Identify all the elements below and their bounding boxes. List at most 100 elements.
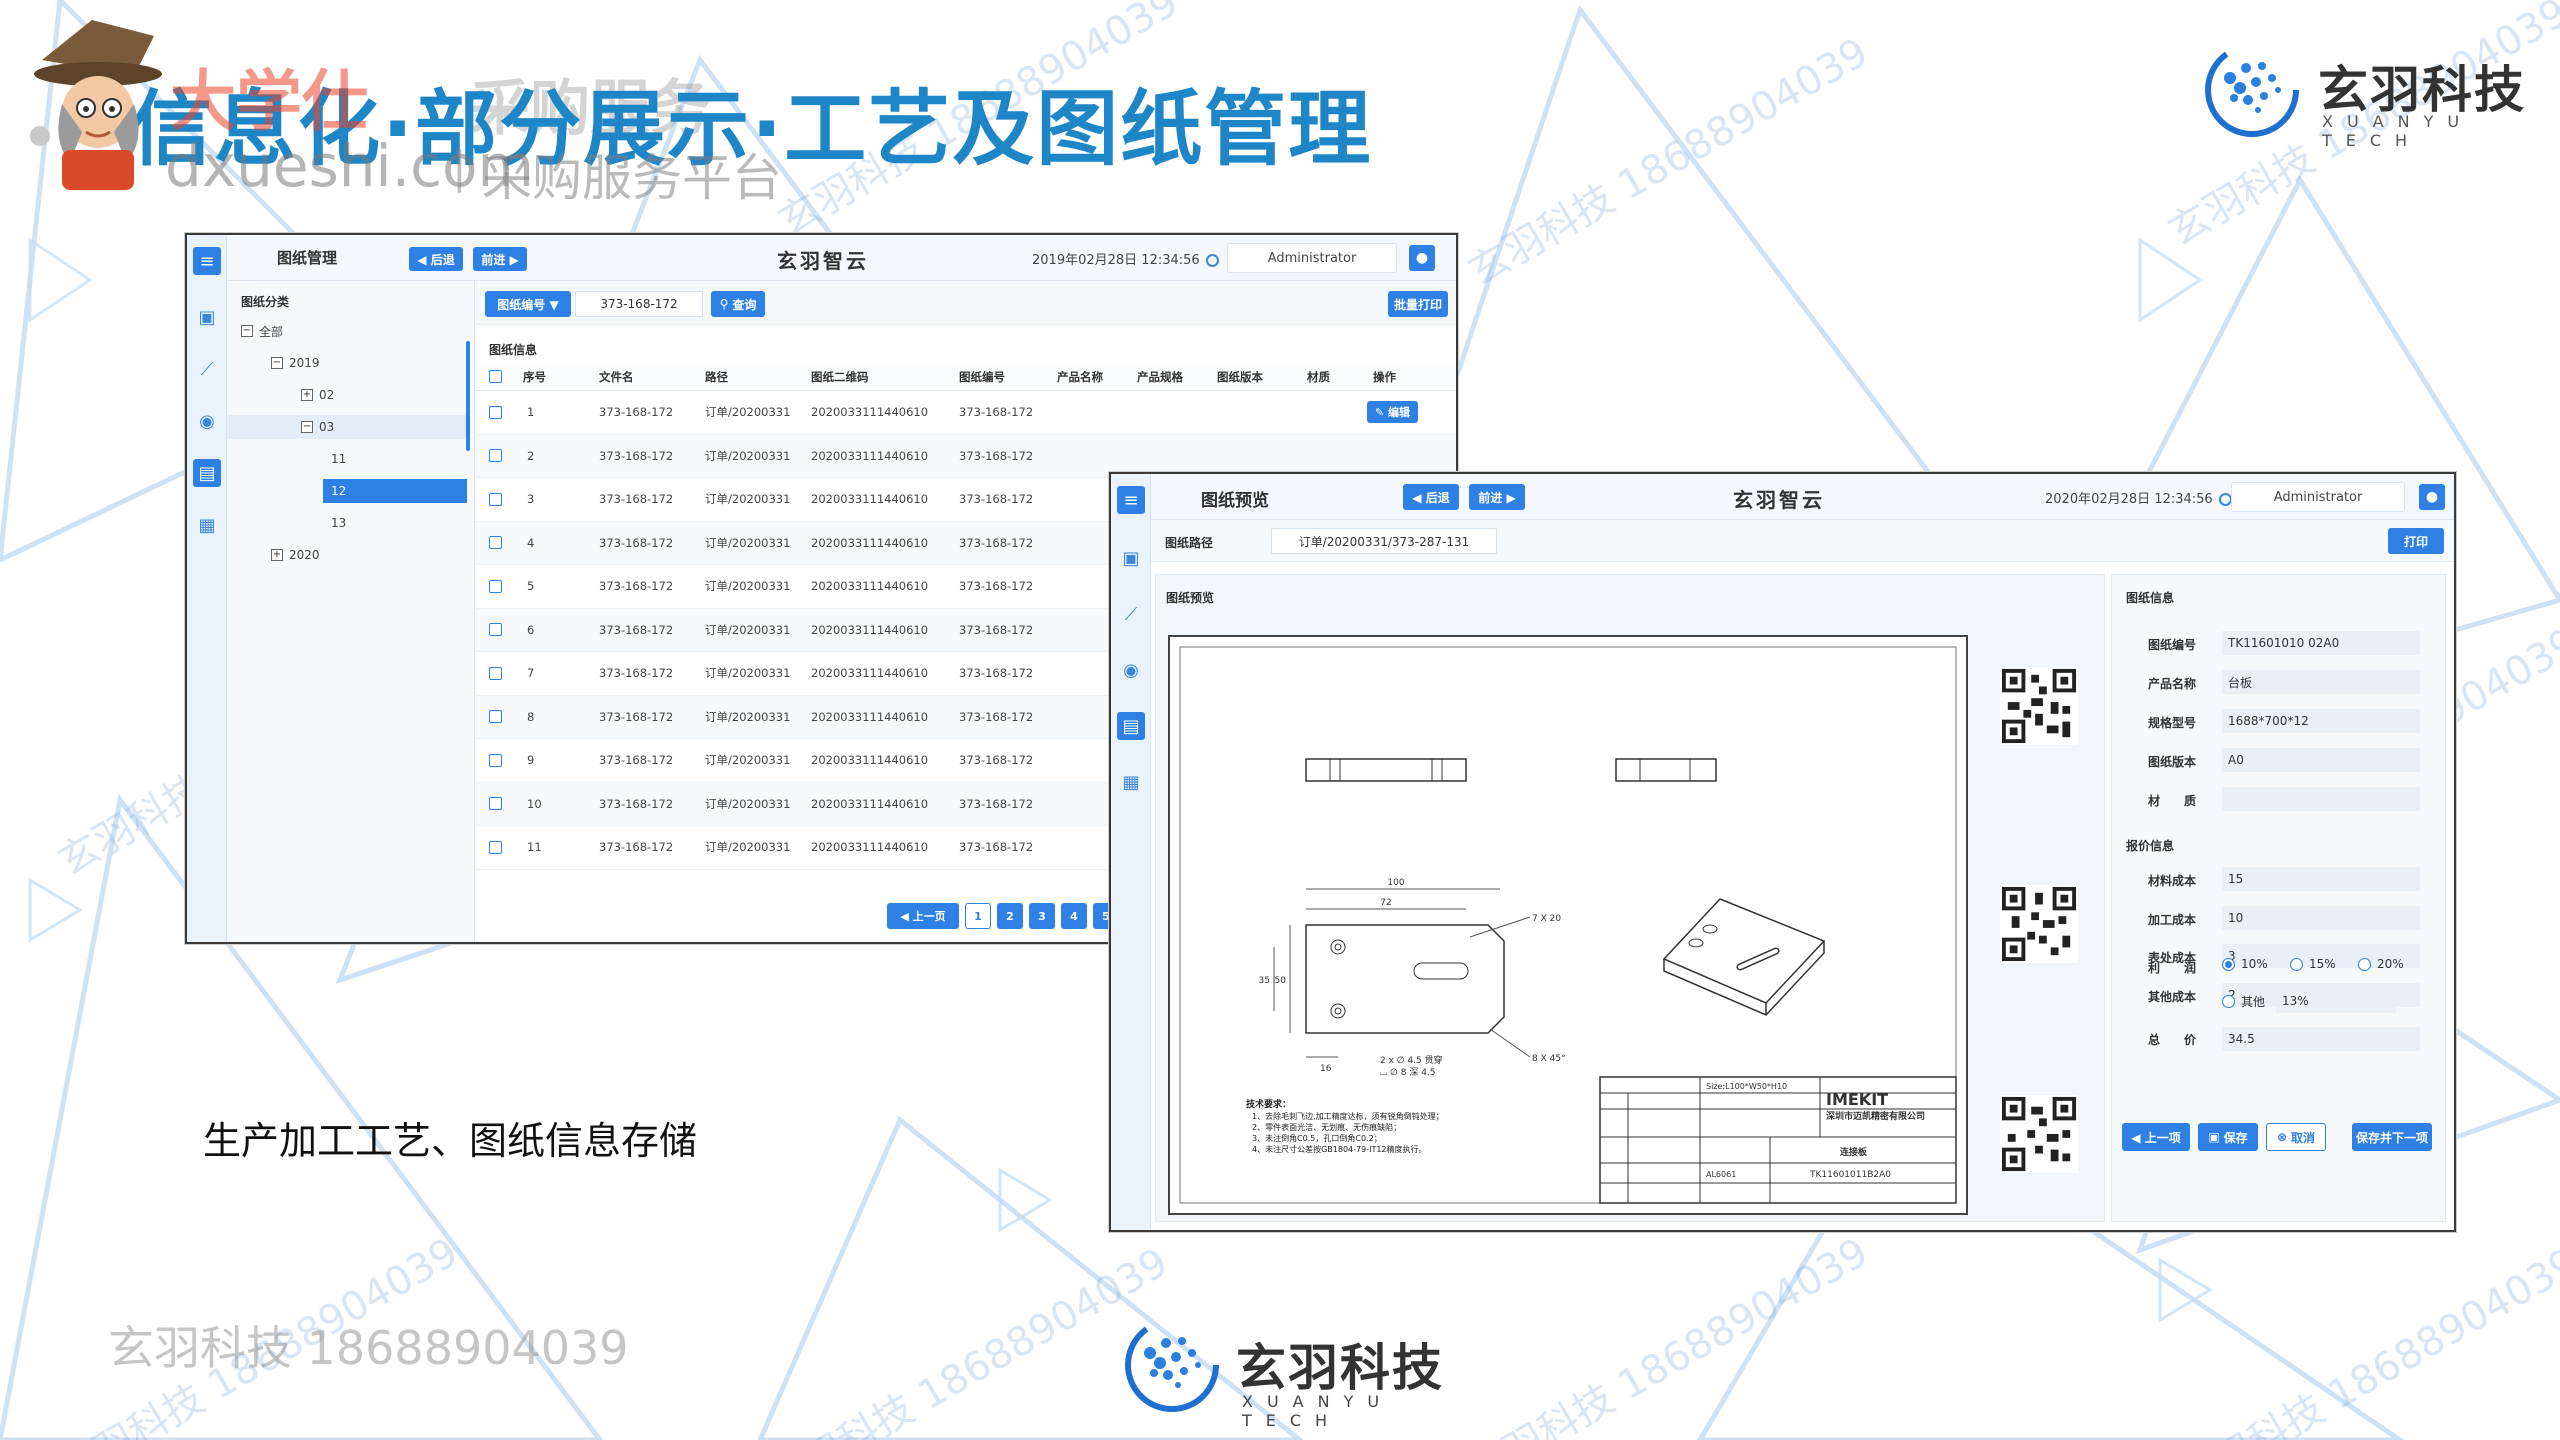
table-header: 序号 文件名 路径 图纸二维码 图纸编号 产品名称 产品规格 图纸版本 材质 操… <box>475 363 1456 391</box>
page-button[interactable]: 4 <box>1061 903 1087 929</box>
tree-node-02[interactable]: +02 <box>301 383 334 407</box>
batch-print-button[interactable]: 批量打印 <box>1388 291 1448 317</box>
cell-no: 9 <box>527 753 535 768</box>
row-checkbox[interactable] <box>489 492 502 506</box>
top-bar: 图纸预览 ◀ 后退 前进 ▶ 玄羽智云 2020年02月28日 12:34:56… <box>1151 474 2454 520</box>
qr-code-icon[interactable] <box>2000 667 2078 745</box>
cost-value[interactable]: 10 <box>2222 905 2420 930</box>
row-checkbox[interactable] <box>489 536 502 550</box>
qr-code-icon[interactable] <box>2000 1095 2078 1173</box>
tree-node-2020[interactable]: +2020 <box>271 543 320 567</box>
cell-path: 订单/20200331 <box>705 666 791 681</box>
datetime: 2019年02月28日 12:34:56 <box>1032 249 1219 268</box>
row-checkbox[interactable] <box>489 797 502 811</box>
logo-subtext: XUANYU TECH <box>2322 112 2474 150</box>
menu-icon[interactable]: ≡ <box>1117 486 1145 514</box>
datetime: 2020年02月28日 12:34:56 <box>2045 488 2232 507</box>
cost-value[interactable]: 15 <box>2222 867 2420 891</box>
search-field-select[interactable]: 图纸编号 ▼ <box>485 291 571 317</box>
page-button[interactable]: 2 <box>997 903 1023 929</box>
print-button[interactable]: 打印 <box>2388 528 2444 554</box>
select-all-checkbox[interactable] <box>489 370 502 383</box>
profit-radio[interactable]: 20% <box>2358 957 2404 971</box>
row-checkbox[interactable] <box>489 579 502 593</box>
logo-globe-icon <box>2205 43 2299 137</box>
tree-node-all[interactable]: − 全部 <box>241 319 283 343</box>
page-button[interactable]: 1 <box>965 903 991 929</box>
cell-qr: 2020033111440610 <box>811 448 929 463</box>
page-button[interactable]: 3 <box>1029 903 1055 929</box>
report-icon[interactable]: ▦ <box>1117 768 1145 796</box>
row-checkbox[interactable] <box>489 449 502 463</box>
cost-label: 加工成本 <box>2148 912 2197 927</box>
back-button[interactable]: ◀ 后退 <box>409 247 463 271</box>
field-value[interactable]: TK11601010 02A0 <box>2222 631 2420 655</box>
field-value[interactable]: 1688*700*12 <box>2222 709 2420 733</box>
row-checkbox[interactable] <box>489 405 502 419</box>
profit-other-radio[interactable]: 其他 <box>2222 993 2265 1010</box>
cell-file: 373-168-172 <box>599 666 674 681</box>
info-title: 图纸信息 <box>2126 591 2175 605</box>
engineering-drawing[interactable]: 100 72 7 X 20 8 X 45° 50 35 16 2 x ∅ 4.5… <box>1168 635 1968 1215</box>
user-icon[interactable]: ● <box>1409 245 1435 271</box>
tree-node-12[interactable]: 12 <box>323 479 467 503</box>
path-input[interactable]: 订单/20200331/373-287-131 <box>1271 528 1497 554</box>
category-tree: 图纸分类 − 全部 −2019 +02 −03 11 12 13 +2020 <box>227 281 475 942</box>
tree-node-03[interactable]: −03 <box>227 415 467 439</box>
cell-file: 373-168-172 <box>599 448 674 463</box>
chart-icon[interactable]: ⟋ <box>193 355 221 383</box>
dim-label: 50 <box>1275 976 1287 986</box>
save-next-button[interactable]: 保存并下一项 <box>2352 1123 2432 1151</box>
tree-node-11[interactable]: 11 <box>331 447 346 471</box>
row-checkbox[interactable] <box>489 623 502 637</box>
query-button[interactable]: ⚲ 查询 <box>711 291 765 317</box>
dim-label: 100 <box>1387 878 1404 888</box>
table-row[interactable]: 1 373-168-172 订单/20200331 2020033111440610 3… <box>475 391 1456 435</box>
cancel-button[interactable]: ⊗ 取消 <box>2266 1123 2326 1151</box>
drawing-icon[interactable]: ▤ <box>1117 712 1145 740</box>
user-field[interactable]: Administrator <box>2231 482 2405 512</box>
tb-material: AL6061 <box>1706 1170 1736 1179</box>
forward-button[interactable]: 前进 ▶ <box>473 247 527 271</box>
forward-button[interactable]: 前进 ▶ <box>1469 484 1525 510</box>
tree-node-13[interactable]: 13 <box>331 511 346 535</box>
row-checkbox[interactable] <box>489 840 502 854</box>
profit-radio[interactable]: 10% <box>2222 957 2268 971</box>
row-checkbox[interactable] <box>489 710 502 724</box>
expand-icon: + <box>301 389 313 401</box>
back-button[interactable]: ◀ 后退 <box>1403 484 1459 510</box>
chart-icon[interactable]: ⟋ <box>1117 600 1145 628</box>
field-label: 材 质 <box>2148 794 2197 808</box>
field-value[interactable]: A0 <box>2222 748 2420 772</box>
search-input[interactable]: 373-168-172 <box>575 291 703 317</box>
save-button[interactable]: ▣ 保存 <box>2198 1123 2258 1151</box>
dashboard-icon[interactable]: ▣ <box>193 303 221 331</box>
row-checkbox[interactable] <box>489 666 502 680</box>
camera-icon[interactable]: ◉ <box>193 407 221 435</box>
profit-radio[interactable]: 15% <box>2290 957 2336 971</box>
drawing-icon[interactable]: ▤ <box>193 459 221 487</box>
menu-icon[interactable]: ≡ <box>193 247 221 275</box>
profit-other-input[interactable]: 13% <box>2276 989 2396 1013</box>
overlay-site: dxueshi.com <box>165 132 534 200</box>
cell-file: 373-168-172 <box>599 535 674 550</box>
cancel-icon: ⊗ <box>2276 1130 2288 1144</box>
report-icon[interactable]: ▦ <box>193 511 221 539</box>
user-icon[interactable]: ● <box>2419 484 2445 510</box>
collapse-icon: − <box>271 357 283 369</box>
cell-file: 373-168-172 <box>599 579 674 594</box>
field-value[interactable] <box>2222 787 2420 811</box>
user-field[interactable]: Administrator <box>1227 243 1397 273</box>
field-value[interactable]: 台板 <box>2222 670 2420 694</box>
row-checkbox[interactable] <box>489 753 502 767</box>
edit-button[interactable]: ✎ 编辑 <box>1367 401 1419 424</box>
cell-file: 373-168-172 <box>599 622 674 637</box>
cell-code: 373-168-172 <box>959 666 1034 681</box>
prev-item-button[interactable]: ◀ 上一项 <box>2122 1123 2190 1151</box>
qr-code-icon[interactable] <box>2000 885 2078 963</box>
tree-node-2019[interactable]: −2019 <box>271 351 320 375</box>
tree-scrollbar[interactable] <box>466 341 470 451</box>
dashboard-icon[interactable]: ▣ <box>1117 544 1145 572</box>
camera-icon[interactable]: ◉ <box>1117 656 1145 684</box>
prev-page-button[interactable]: ◀ 上一页 <box>887 903 959 929</box>
